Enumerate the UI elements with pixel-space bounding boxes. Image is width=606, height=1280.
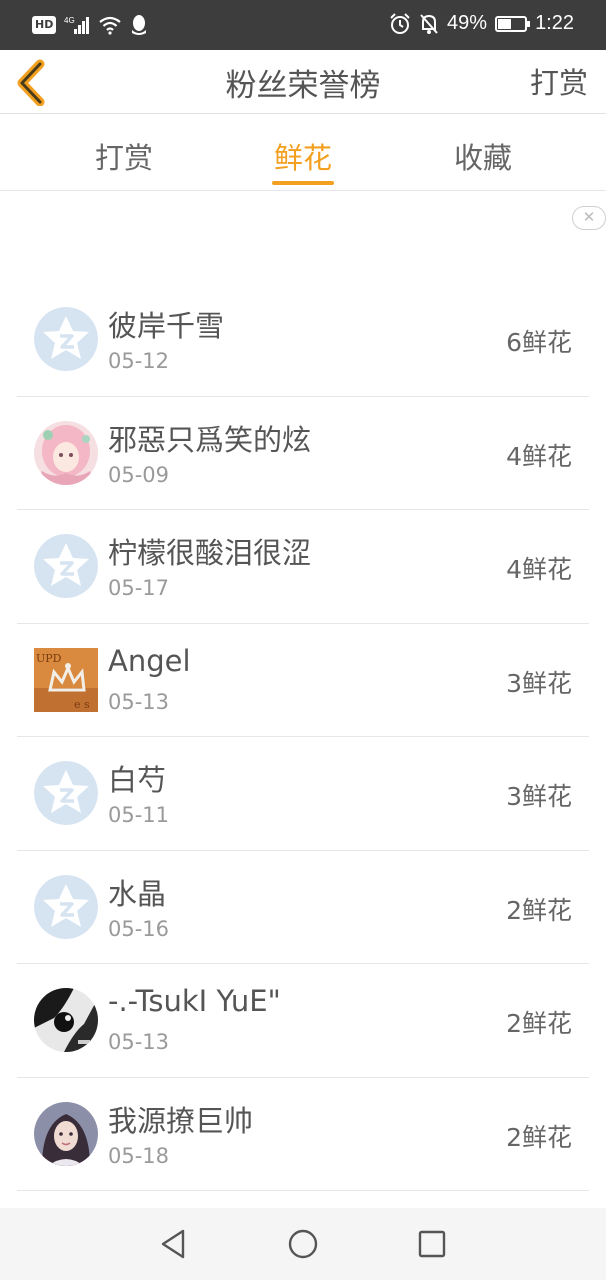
title-bar: 粉丝荣誉榜 打赏 <box>0 50 606 114</box>
battery-percent: 49% <box>447 12 488 34</box>
nav-back-button[interactable] <box>158 1228 190 1260</box>
list-item[interactable]: 柠檬很酸泪很涩 05-17 4鲜花 <box>17 510 589 624</box>
close-icon: ✕ <box>582 208 596 226</box>
wifi-icon <box>99 16 122 35</box>
alarm-icon <box>390 12 410 34</box>
status-left: HD 4G <box>32 14 148 36</box>
flower-count: 4鲜花 <box>506 441 572 471</box>
page-title: 粉丝荣誉榜 <box>225 68 381 104</box>
fan-date: 05-09 <box>108 462 170 487</box>
default-avatar-icon <box>34 307 98 371</box>
fan-date: 05-17 <box>108 576 170 600</box>
fan-name: -.-TsukI YuE" <box>108 984 281 1018</box>
tab-reward[interactable]: 打赏 <box>64 135 184 177</box>
clock: 1:22 <box>535 12 574 34</box>
back-triangle-icon <box>161 1229 185 1259</box>
list-item[interactable]: UPD e s Angel 05-13 3鲜花 <box>17 624 589 737</box>
list-item[interactable]: -.-TsukI YuE" 05-13 2鲜花 <box>17 964 589 1078</box>
battery-tip <box>527 20 531 27</box>
fan-name: 我源撩巨帅 <box>108 1103 254 1138</box>
fan-date: 05-16 <box>108 916 170 941</box>
flower-count: 3鲜花 <box>506 782 572 811</box>
recents-square-icon <box>418 1230 446 1258</box>
status-right: 49% 1:22 <box>389 12 574 35</box>
fan-date: 05-11 <box>108 803 170 827</box>
qq-icon <box>132 15 147 35</box>
fan-name: 白芍 <box>108 763 167 797</box>
hd-badge: HD <box>32 16 57 34</box>
fan-date: 05-18 <box>108 1143 170 1168</box>
active-tab-indicator <box>272 181 334 185</box>
flower-count: 3鲜花 <box>506 668 572 698</box>
fan-date: 05-12 <box>108 349 170 373</box>
svg-text:e s: e s <box>74 698 90 711</box>
flower-count: 2鲜花 <box>506 1122 572 1152</box>
fan-name: 彼岸千雪 <box>108 309 225 343</box>
tab-bar: 打赏 鲜花 收藏 <box>0 115 606 191</box>
default-avatar-icon <box>34 874 98 939</box>
system-nav-bar <box>0 1208 606 1280</box>
default-avatar-icon <box>34 534 98 598</box>
list-item[interactable]: 白芍 05-11 3鲜花 <box>17 737 589 851</box>
fan-name: 水晶 <box>108 876 167 911</box>
fan-date: 05-13 <box>108 1030 170 1054</box>
status-bar: HD 4G 49% 1:22 <box>0 0 606 50</box>
svg-text:4G: 4G <box>64 16 75 25</box>
mute-bell-icon <box>420 13 438 34</box>
list-item[interactable]: 水晶 05-16 2鲜花 <box>17 851 589 964</box>
portrait-photo-avatar <box>34 1101 98 1166</box>
bw-photo-avatar <box>34 988 98 1052</box>
fan-name: 邪惡只爲笑的炫 <box>108 422 312 457</box>
nav-recents-button[interactable] <box>416 1228 448 1260</box>
crown-photo-avatar: UPD e s <box>34 647 98 712</box>
svg-text:UPD: UPD <box>36 652 62 665</box>
flower-count: 2鲜花 <box>506 1009 572 1038</box>
fan-list: 彼岸千雪 05-12 6鲜花 邪惡只爲笑的炫 05-09 4鲜花 柠檬很酸泪很涩… <box>0 283 606 1191</box>
list-item[interactable]: 邪惡只爲笑的炫 05-09 4鲜花 <box>17 397 589 510</box>
nav-home-button[interactable] <box>287 1228 319 1260</box>
battery-fill <box>498 18 511 29</box>
reward-button[interactable]: 打赏 <box>530 60 588 102</box>
anime-girl-avatar <box>34 420 98 485</box>
fan-date: 05-13 <box>108 689 170 714</box>
default-avatar-icon <box>34 761 98 825</box>
flower-count: 4鲜花 <box>506 555 572 584</box>
list-item[interactable]: 我源撩巨帅 05-18 2鲜花 <box>17 1078 589 1191</box>
battery-icon <box>495 15 531 32</box>
tab-flowers[interactable]: 鲜花 <box>243 135 363 177</box>
signal-icon: 4G <box>64 16 90 34</box>
fan-name: Angel <box>108 643 191 678</box>
tab-collect[interactable]: 收藏 <box>423 135 543 177</box>
ad-close-button[interactable]: ✕ <box>572 206 606 230</box>
home-circle-icon <box>288 1229 318 1259</box>
flower-count: 6鲜花 <box>506 328 572 357</box>
flower-count: 2鲜花 <box>506 895 572 925</box>
fan-name: 柠檬很酸泪很涩 <box>108 536 312 570</box>
list-item[interactable]: 彼岸千雪 05-12 6鲜花 <box>17 283 589 397</box>
